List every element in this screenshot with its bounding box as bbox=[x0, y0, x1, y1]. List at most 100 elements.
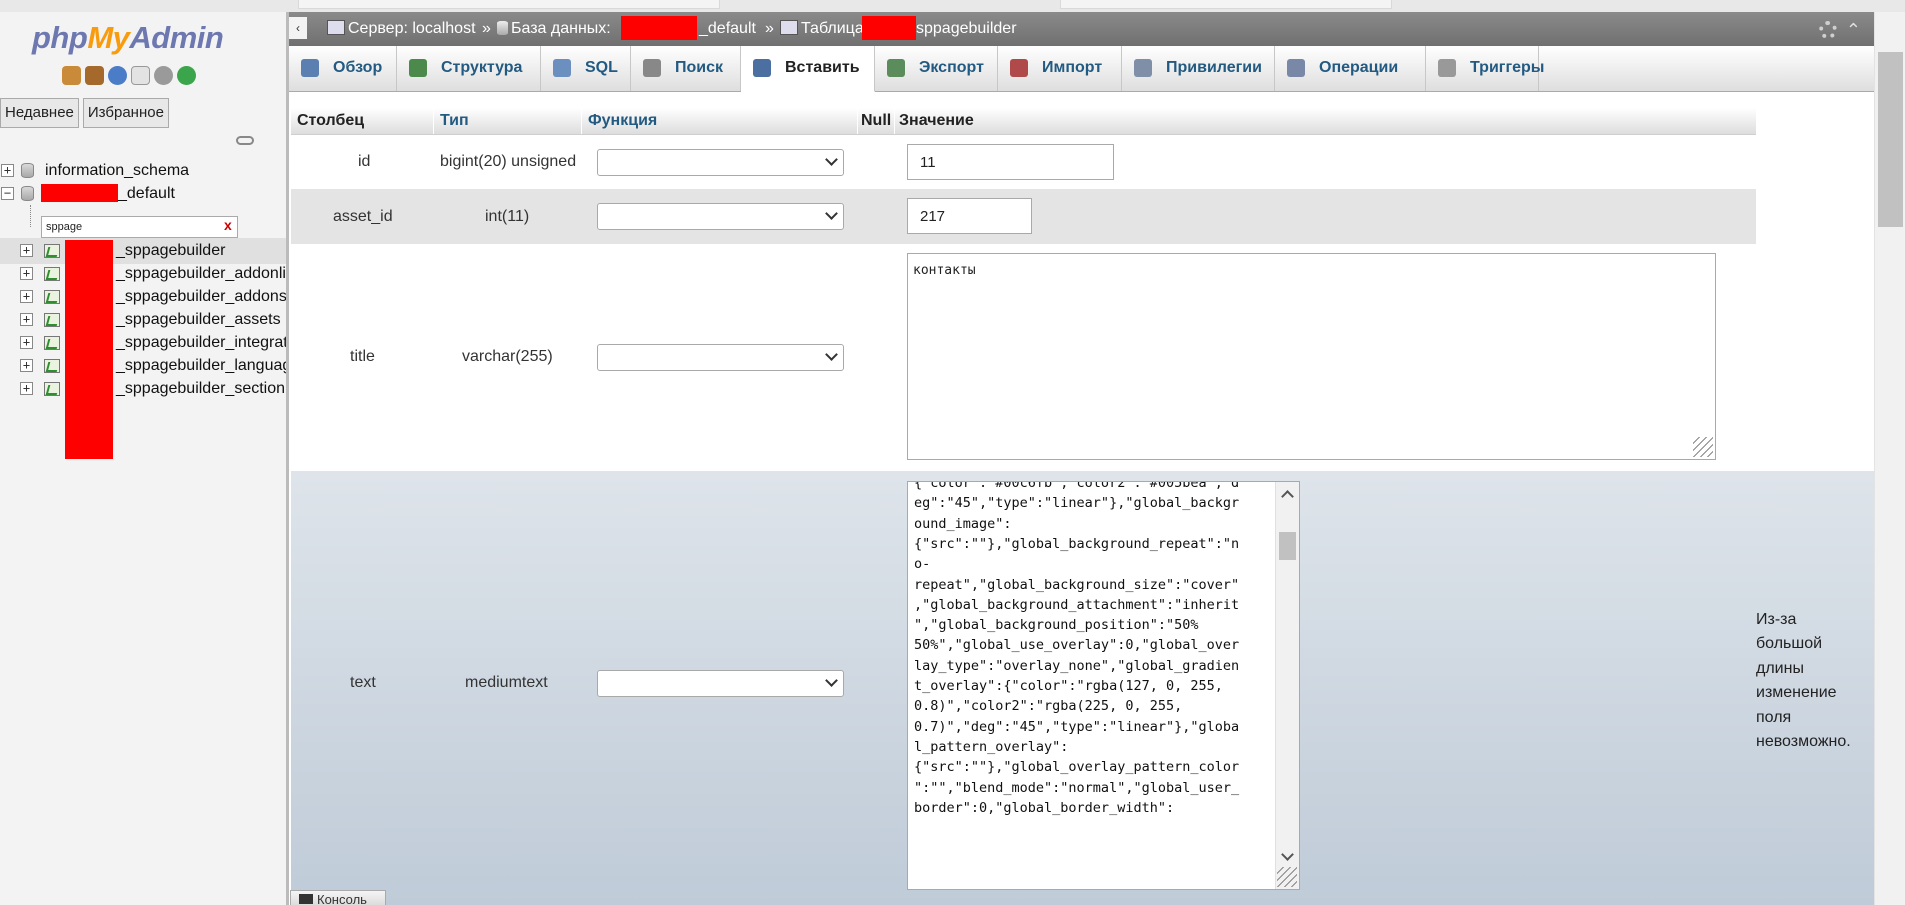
header-type[interactable]: Тип bbox=[440, 112, 469, 130]
function-select[interactable] bbox=[597, 149, 844, 176]
scrollbar-thumb[interactable] bbox=[1878, 52, 1903, 227]
column-type: mediumtext bbox=[465, 674, 548, 691]
console-icon bbox=[299, 894, 313, 904]
code-line: {"color":"#00c6fb","color2":"#005bea","d bbox=[914, 481, 1240, 491]
chevron-down-icon bbox=[825, 674, 838, 687]
tab-label: Импорт bbox=[1042, 59, 1103, 76]
header-function[interactable]: Функция bbox=[588, 112, 657, 130]
expand-icon[interactable]: + bbox=[20, 359, 33, 372]
expand-icon[interactable]: + bbox=[20, 290, 33, 303]
function-select[interactable] bbox=[597, 344, 844, 371]
tab-structure[interactable]: Структура bbox=[397, 46, 541, 91]
header-divider bbox=[894, 108, 895, 134]
database-icon bbox=[21, 186, 34, 201]
resize-handle[interactable] bbox=[1277, 867, 1297, 887]
settings-icon[interactable] bbox=[1819, 21, 1837, 39]
expand-icon[interactable]: + bbox=[1, 164, 14, 177]
code-line: eg":"45","type":"linear"},"global_backgr bbox=[914, 495, 1240, 512]
tab-insert[interactable]: Вставить bbox=[741, 46, 875, 92]
table-filter-input[interactable]: sppage bbox=[41, 216, 238, 238]
table-icon bbox=[44, 382, 60, 396]
console-toggle[interactable]: Консоль bbox=[290, 890, 386, 905]
favorites-tab[interactable]: Избранное bbox=[82, 98, 169, 128]
tab-sql[interactable]: SQL bbox=[541, 46, 631, 91]
header-column: Столбец bbox=[297, 112, 365, 129]
chevron-down-icon bbox=[825, 207, 838, 220]
expand-icon[interactable]: + bbox=[20, 244, 33, 257]
scroll-down-icon[interactable] bbox=[1281, 848, 1294, 861]
note-line: Из-за bbox=[1756, 611, 1797, 628]
scrollbar-thumb[interactable] bbox=[1279, 532, 1296, 560]
docs-icon[interactable] bbox=[131, 66, 150, 85]
insert-icon bbox=[753, 59, 771, 77]
tab-triggers[interactable]: Триггеры bbox=[1426, 46, 1544, 91]
help-icon[interactable] bbox=[108, 66, 127, 85]
tab-search[interactable]: Поиск bbox=[631, 46, 741, 91]
function-select[interactable] bbox=[597, 670, 844, 697]
breadcrumb-table[interactable]: Таблица: bbox=[780, 20, 868, 38]
insert-table-header: Столбец Тип Функция Null Значение bbox=[291, 108, 1756, 135]
textarea-scrollbar[interactable] bbox=[1275, 482, 1299, 889]
value-textarea[interactable]: контакты bbox=[907, 253, 1716, 460]
tab-label: Привилегии bbox=[1166, 59, 1262, 76]
header-value: Значение bbox=[899, 112, 974, 129]
triggers-icon bbox=[1438, 59, 1456, 77]
home-icon[interactable] bbox=[62, 66, 81, 85]
collapse-icon[interactable]: − bbox=[1, 187, 14, 200]
redaction-box bbox=[621, 16, 697, 40]
exit-icon[interactable] bbox=[85, 66, 104, 85]
tree-db-default[interactable]: − _default bbox=[0, 181, 286, 207]
code-line: 0.7)","deg":"45","type":"linear"},"globa bbox=[914, 718, 1240, 735]
value-input[interactable]: 11 bbox=[907, 144, 1114, 180]
code-line: repeat","global_background_size":"cover" bbox=[914, 576, 1240, 593]
filter-clear-button[interactable]: x bbox=[224, 217, 232, 233]
tab-privileges[interactable]: Привилегии bbox=[1122, 46, 1275, 91]
browser-tab[interactable] bbox=[1060, 0, 1392, 9]
expand-icon[interactable]: + bbox=[20, 313, 33, 326]
reload-icon[interactable] bbox=[177, 66, 196, 85]
breadcrumb-db-suffix[interactable]: _default bbox=[699, 20, 756, 38]
link-icon[interactable] bbox=[236, 136, 254, 145]
recent-tab[interactable]: Недавнее bbox=[0, 98, 79, 128]
column-type: int(11) bbox=[485, 208, 530, 225]
expand-icon[interactable]: + bbox=[20, 267, 33, 280]
tab-label: Триггеры bbox=[1470, 59, 1545, 76]
expand-icon[interactable]: + bbox=[20, 336, 33, 349]
note-line: изменение bbox=[1756, 684, 1837, 702]
redaction-box bbox=[862, 16, 916, 40]
nav-icon-bar bbox=[62, 66, 196, 85]
browser-tab-strip bbox=[0, 0, 1905, 12]
scroll-top-icon[interactable]: ⌃ bbox=[1846, 20, 1861, 41]
table-icon bbox=[44, 336, 60, 350]
settings-icon[interactable] bbox=[154, 66, 173, 85]
page-scrollbar[interactable] bbox=[1874, 12, 1905, 905]
note-line: длины bbox=[1756, 659, 1804, 677]
tab-browse[interactable]: Обзор bbox=[289, 46, 397, 91]
edit-disabled-note: Из-за большой длины изменение поля невозможно… bbox=[1756, 611, 1866, 771]
navigation-panel: phpMyAdmin Недавнее Избранное + informat… bbox=[0, 12, 289, 905]
value-input[interactable]: 217 bbox=[907, 198, 1032, 234]
breadcrumb-server[interactable]: Сервер: localhost bbox=[327, 20, 476, 38]
function-select[interactable] bbox=[597, 203, 844, 230]
collapse-nav-button[interactable]: ‹ bbox=[289, 17, 307, 39]
expand-icon[interactable]: + bbox=[20, 382, 33, 395]
tree-label: _sppagebuilder bbox=[116, 242, 226, 259]
column-name: text bbox=[350, 674, 376, 691]
browser-tab[interactable] bbox=[298, 0, 720, 9]
tree-label: _sppagebuilder_addonli bbox=[116, 265, 286, 282]
tree-label: _sppagebuilder_section: bbox=[116, 380, 289, 397]
table-row: text mediumtext {"color":"#00c6fb","colo… bbox=[291, 471, 1874, 905]
breadcrumb-table-suffix[interactable]: sppagebuilder bbox=[916, 20, 1017, 38]
tab-export[interactable]: Экспорт bbox=[875, 46, 998, 91]
server-icon bbox=[327, 20, 345, 35]
scroll-up-icon[interactable] bbox=[1281, 490, 1294, 503]
tree-table-item[interactable]: + _sppagebuilder_section: bbox=[0, 376, 286, 402]
tab-operations[interactable]: Операции bbox=[1275, 46, 1426, 91]
resize-handle[interactable] bbox=[1693, 437, 1713, 457]
phpmyadmin-logo[interactable]: phpMyAdmin bbox=[32, 20, 224, 56]
breadcrumb-database[interactable]: База данных: bbox=[497, 20, 611, 38]
tab-import[interactable]: Импорт bbox=[998, 46, 1122, 91]
table-row: title varchar(255) контакты bbox=[291, 244, 1756, 471]
tree-label: information_schema bbox=[45, 162, 190, 179]
value-textarea[interactable]: {"color":"#00c6fb","color2":"#005bea","d… bbox=[907, 481, 1300, 890]
